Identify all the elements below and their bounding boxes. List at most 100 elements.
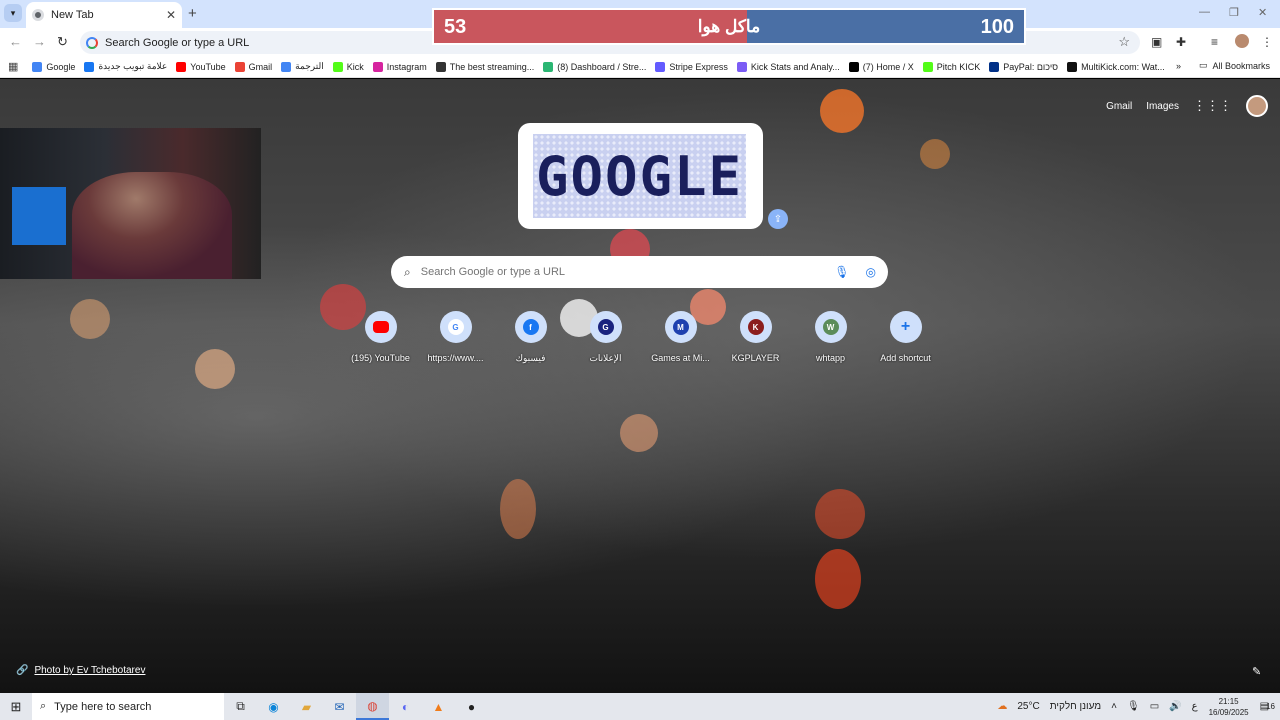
link-icon: 🔗: [16, 665, 29, 676]
bookmark-label: Google: [46, 61, 76, 72]
bookmark-star-icon[interactable]: ☆: [1118, 34, 1130, 50]
images-link[interactable]: Images: [1146, 101, 1179, 112]
bookmark-item[interactable]: Google: [32, 61, 76, 72]
shortcut-initial: G: [452, 322, 459, 332]
shortcut-tile[interactable]: f فيسبوك: [493, 311, 568, 364]
discord-icon[interactable]: ◐: [389, 693, 422, 720]
obs-icon[interactable]: ●: [455, 693, 488, 720]
webcam-overlay: [0, 128, 261, 279]
microphone-tray-icon[interactable]: 🎙: [1127, 701, 1140, 712]
taskbar-search[interactable]: ⌕ Type here to search: [32, 693, 224, 720]
reload-icon[interactable]: ↻: [57, 34, 68, 50]
minimize-icon[interactable]: —: [1199, 6, 1210, 18]
bookmark-favicon-icon: [84, 61, 95, 72]
shortcut-label: الإعلانات: [589, 353, 622, 363]
shortcut-initial: M: [677, 322, 684, 332]
google-apps-icon[interactable]: ⋮⋮⋮: [1193, 98, 1232, 114]
volume-icon[interactable]: 🔊: [1169, 701, 1181, 712]
bookmark-item[interactable]: Kick: [332, 61, 364, 72]
bookmark-item[interactable]: Pitch KICK: [922, 61, 980, 72]
menu-icon[interactable]: ⋮: [1261, 35, 1273, 49]
shortcut-initial: W: [826, 322, 835, 332]
shortcut-tile[interactable]: + Add shortcut: [868, 311, 943, 364]
task-view-icon[interactable]: ⧉: [224, 693, 257, 720]
network-icon[interactable]: ▭: [1150, 701, 1159, 712]
bookmark-item[interactable]: (7) Home / X: [848, 61, 914, 72]
bookmark-item[interactable]: The best streaming...: [435, 61, 535, 72]
bookmark-item[interactable]: علامة تبويب جديدة: [84, 61, 167, 72]
bookmark-label: YouTube: [190, 61, 226, 72]
photo-credit[interactable]: 🔗 Photo by Ev Tchebotarev: [16, 665, 145, 676]
forward-icon[interactable]: →: [33, 34, 46, 49]
bookmark-item[interactable]: PayPal: סיכום: [989, 61, 1058, 72]
media-icon[interactable]: ≡: [1211, 35, 1218, 49]
bookmark-item[interactable]: (8) Dashboard / Stre...: [543, 61, 646, 72]
bookmark-item[interactable]: الترجمة: [281, 61, 324, 72]
photo-credit-text: Photo by Ev Tchebotarev: [34, 665, 146, 676]
bookmark-item[interactable]: MultiKick.com: Wat...: [1067, 61, 1165, 72]
extension-icon[interactable]: ▣: [1151, 35, 1162, 49]
new-tab-button[interactable]: +: [188, 5, 197, 22]
stream-goal-bar: 53 ماكل هوا 100: [432, 8, 1026, 45]
file-explorer-icon[interactable]: ▰: [290, 693, 323, 720]
weather-icon[interactable]: ☁: [997, 701, 1007, 712]
google-lens-icon[interactable]: ◎: [866, 265, 876, 279]
chevron-right-icon[interactable]: »: [1176, 61, 1181, 71]
bookmark-favicon-icon: [32, 61, 43, 72]
bookmark-item[interactable]: Gmail: [234, 61, 272, 72]
ntp-search-input[interactable]: [420, 266, 835, 278]
shortcut-tile[interactable]: Wwhtapp: [793, 311, 868, 364]
gmail-link[interactable]: Gmail: [1106, 101, 1132, 112]
bookmark-label: The best streaming...: [449, 61, 535, 72]
doodle-art: GOOGLE: [533, 134, 746, 218]
shortcut-circle: K: [739, 311, 772, 343]
shortcut-tile[interactable]: G الإعلانات: [568, 311, 643, 364]
youtube-icon: [372, 321, 389, 333]
chevron-up-icon[interactable]: ˄: [1111, 701, 1117, 712]
close-tab-icon[interactable]: ✕: [166, 8, 176, 22]
clock[interactable]: 21:15 16/09/2025: [1209, 696, 1249, 718]
bokeh-light: [820, 89, 864, 133]
microphone-icon[interactable]: 🎙: [834, 265, 849, 279]
shortcut-tile[interactable]: M Games at Mi...: [643, 311, 718, 364]
apps-grid-icon[interactable]: ▦: [8, 60, 18, 73]
bookmark-item[interactable]: Kick Stats and Analy...: [736, 61, 840, 72]
clock-date: 16/09/2025: [1208, 707, 1249, 717]
window-close-icon[interactable]: ✕: [1258, 6, 1267, 19]
search-icon: ⌕: [404, 264, 411, 279]
tab-search-button[interactable]: ▾: [4, 4, 22, 22]
shortcut-circle: f: [514, 311, 547, 343]
share-doodle-icon[interactable]: ⇪: [768, 209, 788, 229]
bookmark-item[interactable]: Instagram: [372, 61, 427, 72]
ntp-search-box[interactable]: ⌕ 🎙 ◎: [391, 256, 888, 288]
bookmark-label: علامة تبويب جديدة: [98, 61, 168, 71]
bokeh-light: [815, 549, 861, 609]
windows-taskbar: ⊞ ⌕ Type here to search ⧉ ◉ ▰ ✉ ◍ ◐ ▲ ● …: [0, 693, 1280, 720]
profile-avatar[interactable]: [1235, 34, 1249, 48]
account-avatar[interactable]: [1246, 95, 1268, 117]
doodle-text: GOOGLE: [535, 144, 744, 208]
puzzle-icon[interactable]: ✚: [1176, 35, 1186, 49]
windows-start-icon[interactable]: ⊞: [0, 699, 32, 715]
shortcut-circle: G: [439, 311, 472, 343]
shortcut-tile[interactable]: Ghttps://www....: [418, 311, 493, 364]
bookmark-item[interactable]: Stripe Express: [655, 61, 728, 72]
shortcut-tile[interactable]: K KGPLAYER: [718, 311, 793, 364]
chrome-taskbar-icon[interactable]: ◍: [356, 693, 389, 720]
all-bookmarks[interactable]: » ▭ All Bookmarks: [1176, 60, 1270, 71]
app-orange-icon[interactable]: ▲: [422, 693, 455, 720]
weather-description[interactable]: מעונן חלקית: [1050, 701, 1101, 712]
maximize-icon[interactable]: ❐: [1229, 6, 1239, 19]
weather-temperature[interactable]: 25°C: [1017, 701, 1039, 712]
edge-icon[interactable]: ◉: [257, 693, 290, 720]
bookmark-item[interactable]: YouTube: [176, 61, 226, 72]
language-indicator[interactable]: ع: [1192, 701, 1198, 712]
tab-new-tab[interactable]: New Tab ✕: [26, 2, 182, 28]
search-icon: ⌕: [40, 700, 47, 712]
google-doodle[interactable]: GOOGLE: [518, 123, 763, 229]
shortcut-tile[interactable]: (195) YouTube: [343, 311, 418, 364]
bokeh-light: [195, 349, 235, 389]
customize-pencil-icon[interactable]: ✎: [1252, 665, 1261, 678]
back-icon[interactable]: ←: [9, 34, 22, 49]
mail-icon[interactable]: ✉: [323, 693, 356, 720]
